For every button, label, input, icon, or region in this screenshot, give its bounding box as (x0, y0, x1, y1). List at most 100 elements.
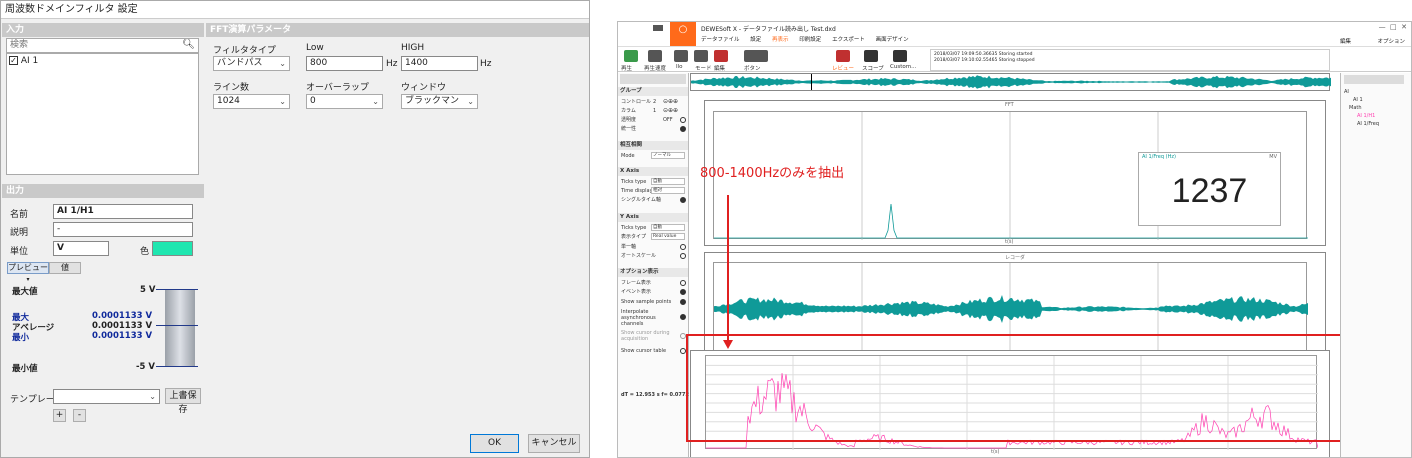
high-input[interactable]: 1400 (401, 56, 478, 71)
search-input[interactable]: 検索 🔍︎ (6, 38, 199, 53)
chevron-down-icon: ▾ (26, 276, 30, 283)
overwrite-button[interactable]: 上書保存 (165, 388, 201, 415)
option-link[interactable]: オプション (1377, 37, 1405, 45)
level-top-line (156, 289, 198, 290)
stepper-icon[interactable]: ⊝⊕⊕ (663, 107, 678, 115)
disp-type-select[interactable]: Real value (651, 233, 685, 240)
menu-item[interactable]: 設定 (750, 37, 761, 43)
tab-preview[interactable]: プレビュー ▾ (7, 262, 49, 283)
mode-icon[interactable] (694, 50, 708, 62)
check-icon[interactable] (680, 314, 686, 320)
play-icon[interactable] (624, 50, 638, 62)
level-mid-line (156, 325, 198, 326)
search-icon: ○ (678, 24, 688, 35)
autoscale-row[interactable]: オートスケール (621, 252, 687, 260)
samples-row[interactable]: Show sample points (621, 298, 687, 306)
cursor-acq-row[interactable]: Show cursor during acquisition (621, 330, 673, 342)
tree-item[interactable]: Math (1349, 105, 1362, 111)
transparent-row[interactable]: 透明度 OFF (621, 116, 687, 124)
frame-row[interactable]: フレーム表示 (621, 279, 687, 287)
edit-link[interactable]: 編集 (1340, 37, 1351, 45)
yticks-row[interactable]: Ticks type 自動 (621, 224, 687, 232)
template-select[interactable]: ⌄ (53, 389, 160, 404)
menu-item[interactable]: 画面デザイン (876, 37, 909, 43)
autoscale-label: オートスケール (621, 253, 657, 259)
columns-row[interactable]: カラム 1 ⊝⊕⊕ (621, 107, 687, 115)
channel-item[interactable]: ✓ AI 1 (9, 56, 38, 66)
review-icon[interactable] (836, 50, 850, 62)
name-input[interactable]: AI 1/H1 (53, 204, 193, 219)
event-log: 2018/03/07 19:09:50.36635 Storing starte… (930, 49, 1330, 71)
cancel-button[interactable]: キャンセル (528, 434, 580, 453)
single-axis-row[interactable]: シングルタイム軸 (621, 196, 687, 204)
tool-label: Ilo (676, 64, 683, 70)
edit-icon[interactable] (714, 50, 728, 62)
remove-template-button[interactable]: - (73, 409, 86, 422)
disp-type-row[interactable]: 表示タイプ Real value (621, 233, 687, 241)
min-label: 最小値 (12, 364, 38, 374)
tree-item[interactable]: AI 1/H1 (1357, 113, 1375, 119)
ticks-row[interactable]: Ticks type 自動 (621, 178, 687, 186)
tree-item[interactable]: AI 1/Freq (1357, 121, 1379, 127)
custom-icon[interactable] (893, 50, 907, 62)
recorder-title: レコーダ (1005, 255, 1026, 261)
one-axis-row[interactable]: 単一軸 (621, 243, 687, 251)
menu-item[interactable]: エクスポート (832, 37, 865, 43)
mode-select[interactable]: ノーマル (651, 152, 685, 159)
tool-label: レビュー (832, 66, 855, 72)
desc-input[interactable]: - (53, 222, 193, 237)
overlap-select[interactable]: 0 ⌄ (306, 94, 383, 109)
window-controls[interactable]: — □ ✕ (1379, 23, 1407, 31)
analysis-button[interactable]: ○ (670, 22, 696, 46)
overview-strip[interactable] (690, 73, 1331, 91)
ok-button[interactable]: OK (470, 434, 519, 453)
filter-type-select[interactable]: バンドパス ⌄ (213, 56, 290, 71)
time-display-select[interactable]: 相対 (651, 187, 685, 194)
time-display-row[interactable]: Time display 相対 (621, 187, 687, 195)
yaxis-header: Y Axis (618, 213, 688, 222)
interp-row[interactable]: Interpolate asynchronous channels (621, 309, 673, 327)
lines-value: 1024 (217, 96, 240, 106)
yticks-label: Ticks type (621, 225, 647, 231)
input-section-header: 入力 (2, 23, 204, 37)
scope-icon[interactable] (864, 50, 878, 62)
cursor-table-row[interactable]: Show cursor table (621, 347, 687, 355)
button-icon[interactable] (744, 50, 768, 62)
window-select[interactable]: ブラックマン ⌄ (401, 94, 478, 109)
yticks-select[interactable]: 自動 (651, 224, 685, 231)
menu-item[interactable]: 再表示 (772, 37, 789, 43)
speed-icon[interactable] (648, 50, 662, 62)
add-template-button[interactable]: + (53, 409, 66, 422)
unify-row[interactable]: 統一性 (621, 125, 687, 133)
unit-input[interactable]: V (53, 241, 109, 256)
toggle-icon[interactable] (680, 244, 686, 250)
tab-value[interactable]: 値 (49, 262, 81, 274)
tree-item[interactable]: AI 1 (1353, 97, 1363, 103)
checkbox-icon[interactable]: ✓ (9, 56, 18, 65)
check-icon[interactable] (680, 197, 686, 203)
check-icon[interactable] (680, 289, 686, 295)
check-icon[interactable] (680, 126, 686, 132)
toggle-icon[interactable] (680, 253, 686, 259)
home-button[interactable] (648, 22, 668, 44)
ticks-select[interactable]: 自動 (651, 178, 685, 185)
tool-label: スコープ (862, 66, 884, 72)
lines-select[interactable]: 1024 ⌄ (213, 94, 290, 109)
search-icon: 🔍︎ (182, 39, 195, 50)
toggle-icon[interactable] (680, 280, 686, 286)
low-input[interactable]: 800 (306, 56, 383, 71)
stepper-icon[interactable]: ⊝⊕⊕ (663, 98, 678, 106)
color-swatch[interactable] (152, 241, 193, 256)
arrow-down-icon (723, 340, 733, 349)
check-icon[interactable] (680, 299, 686, 305)
event-row[interactable]: イベント表示 (621, 288, 687, 296)
step-icon[interactable] (674, 50, 688, 62)
tree-item[interactable]: AI (1344, 89, 1349, 95)
menu-item[interactable]: データファイル (701, 37, 740, 43)
toggle-icon[interactable] (680, 117, 686, 123)
controls-row[interactable]: コントロール 2 ⊝⊕⊕ (621, 98, 687, 106)
properties-panel: グループ コントロール 2 ⊝⊕⊕ カラム 1 ⊝⊕⊕ 透明度 OFF 統一性 相互相関 … (618, 73, 698, 457)
menu-item[interactable]: 印刷設定 (799, 37, 821, 43)
mode-row[interactable]: Mode ノーマル (621, 152, 687, 160)
digital-meter[interactable]: AI 1/Freq (Hz) MV 1237 (1138, 152, 1281, 226)
